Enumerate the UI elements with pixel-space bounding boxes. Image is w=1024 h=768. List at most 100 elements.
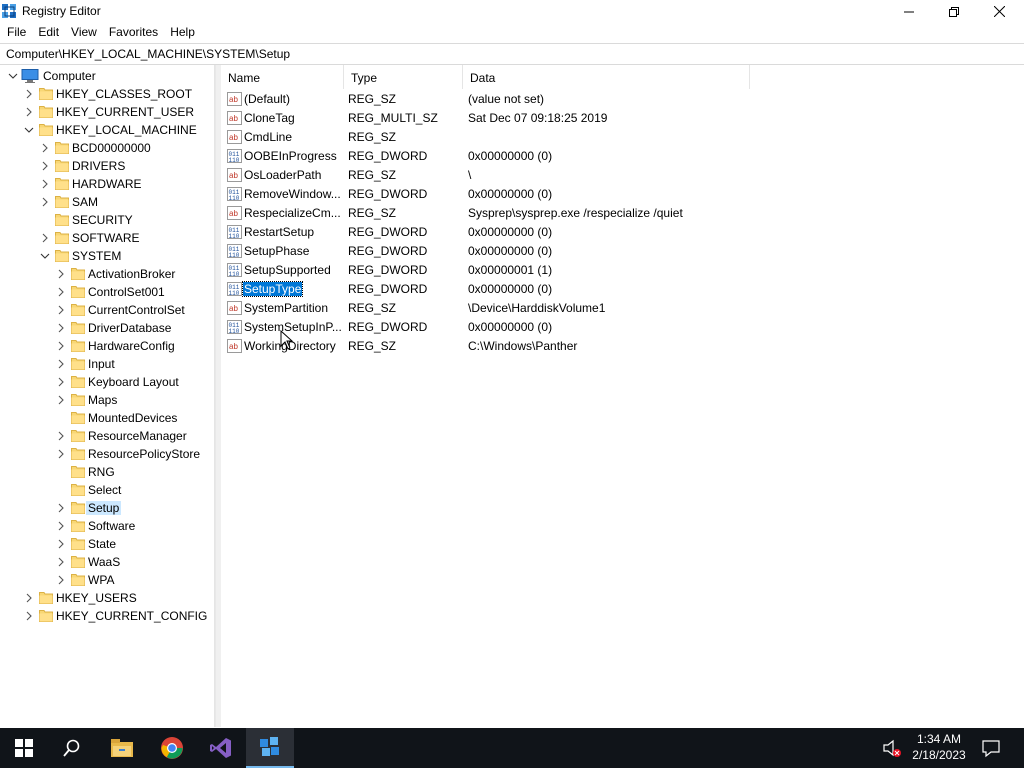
key-tree[interactable]: Computer HKEY_CLASSES_ROOT HKEY_CURRENT_US…	[0, 65, 215, 727]
tree-node[interactable]: HKEY_LOCAL_MACHINE	[0, 121, 214, 139]
chevron-right-icon[interactable]	[56, 341, 66, 351]
value-row[interactable]: 011 110 SetupSupported REG_DWORD 0x00000001 …	[221, 261, 1001, 280]
chevron-right-icon[interactable]	[56, 305, 66, 315]
chevron-right-icon[interactable]	[56, 575, 66, 585]
chevron-right-icon[interactable]	[56, 269, 66, 279]
start-button[interactable]	[0, 728, 48, 768]
chevron-right-icon[interactable]	[56, 287, 66, 297]
restore-button[interactable]	[931, 0, 977, 23]
column-header-type[interactable]: Type	[344, 65, 463, 89]
taskbar-clock[interactable]: 1:34 AM 2/18/2023	[906, 731, 972, 763]
search-button[interactable]	[48, 728, 96, 768]
tree-node[interactable]: BCD00000000	[0, 139, 214, 157]
folder-icon	[71, 321, 85, 334]
value-row[interactable]: ab OsLoaderPath REG_SZ \	[221, 166, 1001, 185]
tree-node[interactable]: Input	[0, 355, 214, 373]
tree-node[interactable]: DRIVERS	[0, 157, 214, 175]
chevron-right-icon[interactable]	[24, 89, 34, 99]
chevron-down-icon[interactable]	[40, 251, 50, 261]
value-row[interactable]: 011 110 SystemSetupInP... REG_DWORD 0x000000…	[221, 318, 1001, 337]
tree-node[interactable]: ControlSet001	[0, 283, 214, 301]
value-row[interactable]: ab CloneTag REG_MULTI_SZ Sat Dec 07 09:18:2…	[221, 109, 1001, 128]
tree-node[interactable]: Maps	[0, 391, 214, 409]
tree-node[interactable]: HKEY_CLASSES_ROOT	[0, 85, 214, 103]
title-bar[interactable]: Registry Editor	[0, 0, 1024, 23]
tree-node[interactable]: HKEY_USERS	[0, 589, 214, 607]
value-row[interactable]: 011 110 RestartSetup REG_DWORD 0x00000000 (0…	[221, 223, 1001, 242]
tree-node[interactable]: ResourcePolicyStore	[0, 445, 214, 463]
tree-node[interactable]: Software	[0, 517, 214, 535]
chevron-right-icon[interactable]	[56, 395, 66, 405]
chevron-right-icon[interactable]	[56, 449, 66, 459]
tree-node[interactable]: HardwareConfig	[0, 337, 214, 355]
taskbar-visual-studio[interactable]	[197, 728, 245, 768]
tree-node[interactable]: CurrentControlSet	[0, 301, 214, 319]
volume-muted-icon[interactable]	[882, 738, 902, 758]
tree-node[interactable]: HKEY_CURRENT_CONFIG	[0, 607, 214, 625]
value-row[interactable]: 011 110 OOBEInProgress REG_DWORD 0x00000000 …	[221, 147, 1001, 166]
value-row[interactable]: ab WorkingDirectory REG_SZ C:\Windows\Panth…	[221, 337, 1001, 356]
chevron-right-icon[interactable]	[40, 197, 50, 207]
chevron-down-icon[interactable]	[8, 71, 18, 81]
chevron-right-icon[interactable]	[24, 593, 34, 603]
column-header-data[interactable]: Data	[463, 65, 750, 89]
value-row[interactable]: 011 110 RemoveWindow... REG_DWORD 0x00000000…	[221, 185, 1001, 204]
menu-view[interactable]: View	[65, 23, 103, 43]
value-row[interactable]: ab RespecializeCm... REG_SZ Sysprep\sysprep…	[221, 204, 1001, 223]
value-row[interactable]: 011 110 SetupType REG_DWORD 0x00000000 (0)	[221, 280, 1001, 299]
taskbar-chrome[interactable]	[148, 728, 196, 768]
address-path[interactable]: Computer\HKEY_LOCAL_MACHINE\SYSTEM\Setup	[6, 47, 290, 61]
address-bar[interactable]: Computer\HKEY_LOCAL_MACHINE\SYSTEM\Setup	[0, 43, 1024, 65]
chevron-right-icon[interactable]	[56, 521, 66, 531]
close-button[interactable]	[976, 0, 1022, 23]
tree-node-label: HKEY_CURRENT_CONFIG	[56, 609, 208, 623]
chevron-down-icon[interactable]	[24, 125, 34, 135]
menu-help[interactable]: Help	[164, 23, 201, 43]
chevron-right-icon[interactable]	[40, 143, 50, 153]
chevron-right-icon[interactable]	[40, 179, 50, 189]
minimize-button[interactable]	[886, 0, 932, 23]
tree-node[interactable]: SAM	[0, 193, 214, 211]
taskbar-registry-editor[interactable]	[246, 728, 294, 768]
chevron-right-icon[interactable]	[56, 359, 66, 369]
value-row[interactable]: ab CmdLine REG_SZ	[221, 128, 1001, 147]
tree-node[interactable]: ResourceManager	[0, 427, 214, 445]
chevron-right-icon[interactable]	[56, 323, 66, 333]
tree-node[interactable]: Computer	[0, 67, 214, 85]
chevron-right-icon[interactable]	[56, 503, 66, 513]
tree-node[interactable]: WPA	[0, 571, 214, 589]
chevron-right-icon[interactable]	[56, 557, 66, 567]
tree-node[interactable]: Select	[0, 481, 214, 499]
tree-node[interactable]: SOFTWARE	[0, 229, 214, 247]
taskbar-file-explorer[interactable]	[98, 728, 146, 768]
menu-edit[interactable]: Edit	[32, 23, 65, 43]
menu-file[interactable]: File	[0, 23, 32, 43]
tree-node[interactable]: SYSTEM	[0, 247, 214, 265]
chevron-right-icon[interactable]	[56, 431, 66, 441]
value-row[interactable]: 011 110 SetupPhase REG_DWORD 0x00000000 (0)	[221, 242, 1001, 261]
values-list[interactable]: Name Type Data ab (Default) REG_SZ (value n…	[221, 65, 1024, 727]
chevron-right-icon[interactable]	[24, 107, 34, 117]
tree-node[interactable]: State	[0, 535, 214, 553]
tree-node[interactable]: SECURITY	[0, 211, 214, 229]
chevron-right-icon[interactable]	[56, 539, 66, 549]
value-row[interactable]: ab SystemPartition REG_SZ \Device\HarddiskV…	[221, 299, 1001, 318]
tree-node[interactable]: Keyboard Layout	[0, 373, 214, 391]
notification-center-icon[interactable]	[980, 738, 1002, 758]
tree-node[interactable]: HARDWARE	[0, 175, 214, 193]
tree-node[interactable]: DriverDatabase	[0, 319, 214, 337]
chevron-right-icon[interactable]	[56, 377, 66, 387]
chevron-right-icon[interactable]	[24, 611, 34, 621]
tree-node[interactable]: Setup	[0, 499, 214, 517]
column-header-name[interactable]: Name	[221, 65, 344, 89]
tree-node[interactable]: HKEY_CURRENT_USER	[0, 103, 214, 121]
tree-node[interactable]: MountedDevices	[0, 409, 214, 427]
chevron-right-icon[interactable]	[40, 233, 50, 243]
tree-node[interactable]: WaaS	[0, 553, 214, 571]
tree-node[interactable]: RNG	[0, 463, 214, 481]
chevron-right-icon[interactable]	[40, 161, 50, 171]
tree-node[interactable]: ActivationBroker	[0, 265, 214, 283]
menu-favorites[interactable]: Favorites	[103, 23, 164, 43]
binary-value-icon: 011 110	[227, 224, 243, 240]
value-row[interactable]: ab (Default) REG_SZ (value not set)	[221, 90, 1001, 109]
